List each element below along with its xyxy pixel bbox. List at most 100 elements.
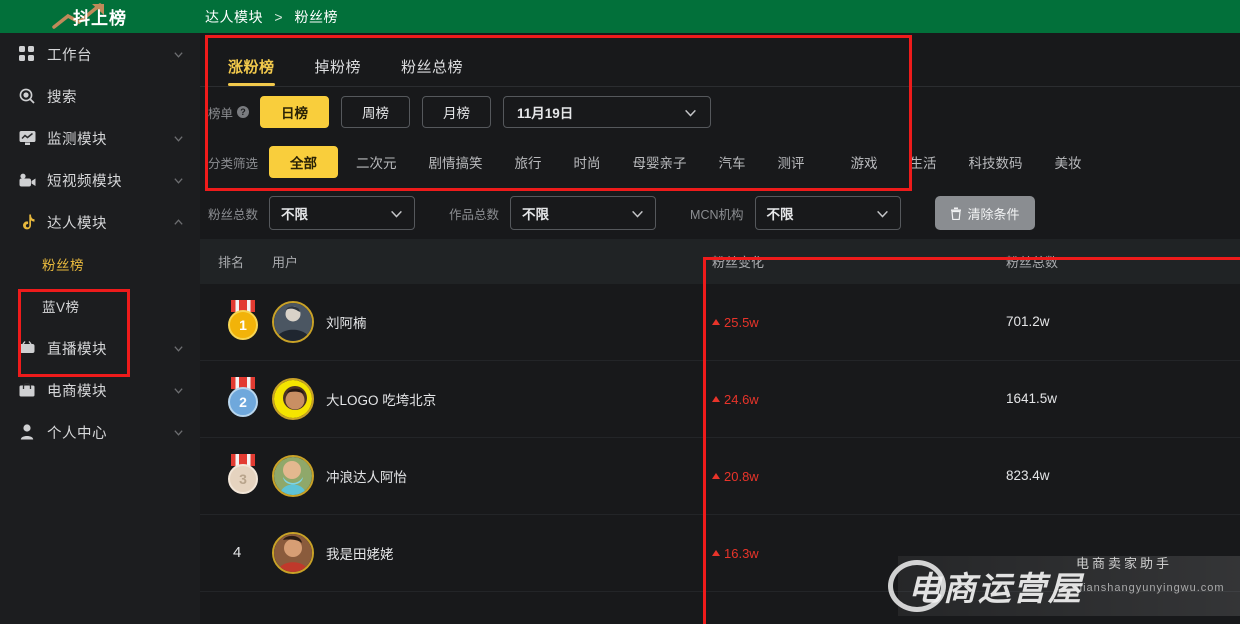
period-filter-row: 榜单 ? 日榜 周榜 月榜 11月19日 <box>200 87 1240 137</box>
sidebar-item-search[interactable]: 搜索 <box>0 75 200 117</box>
user-cell: 刘阿楠 <box>272 301 692 343</box>
period-monthly-button[interactable]: 月榜 <box>422 96 492 128</box>
avatar[interactable] <box>272 378 314 420</box>
triangle-up-icon <box>712 473 720 479</box>
chevron-down-icon <box>174 345 183 352</box>
table-row[interactable]: 3 冲浪达人阿怡 20.8w 823.4w <box>200 438 1240 515</box>
fans-change-value: 20.8w <box>712 469 992 484</box>
fans-total-value: 不限 <box>281 207 309 222</box>
chevron-up-icon <box>174 218 183 225</box>
works-total-select[interactable]: 不限 <box>510 196 657 230</box>
table-row[interactable]: 1 刘阿楠 25.5w 701.2w <box>200 284 1240 361</box>
sidebar-item-label: 电商模块 <box>47 383 107 400</box>
period-label: 月榜 <box>443 106 471 121</box>
sidebar-item-label: 工作台 <box>47 47 92 64</box>
chevron-down-icon <box>174 429 183 436</box>
sidebar-item-label: 搜索 <box>47 89 77 106</box>
fans-change-value: 24.6w <box>712 392 992 407</box>
category-filter-label: 分类筛选 <box>208 153 258 172</box>
breadcrumb-separator: > <box>274 8 284 25</box>
bronze-medal-icon: 3 <box>224 454 262 498</box>
category-parenting[interactable]: 母婴亲子 <box>633 152 687 172</box>
fans-total-select[interactable]: 不限 <box>269 196 416 230</box>
category-review[interactable]: 测评 <box>778 152 805 172</box>
category-beauty[interactable]: 美妆 <box>1055 152 1082 172</box>
tab-loss-rank[interactable]: 掉粉榜 <box>315 56 362 86</box>
chevron-down-icon <box>174 135 183 142</box>
date-select[interactable]: 11月19日 <box>503 96 712 128</box>
category-tech[interactable]: 科技数码 <box>969 152 1023 172</box>
sidebar-subitem-fans-rank[interactable]: 粉丝榜 <box>0 243 200 285</box>
sidebar-item-ecommerce[interactable]: 电商模块 <box>0 369 200 411</box>
breadcrumb-current: 粉丝榜 <box>294 8 338 25</box>
column-header-fans-total: 粉丝总数 <box>1006 255 1059 270</box>
tab-label: 掉粉榜 <box>314 59 362 76</box>
category-games[interactable]: 游戏 <box>851 152 878 172</box>
table-row[interactable]: 2 大LOGO 吃垮北京 24.6w 1641.5w <box>200 361 1240 438</box>
table-header: 排名 用户 粉丝变化 粉丝总数 <box>200 239 1240 284</box>
user-cell: 冲浪达人阿怡 <box>272 455 692 497</box>
fans-total-value: 1641.5w <box>1006 391 1058 406</box>
avatar[interactable] <box>272 532 314 574</box>
question-icon[interactable]: ? <box>237 106 250 118</box>
app-root: 抖上榜 达人模块 > 粉丝榜 工作台 搜索 监测模块 短视频模块 达人模块 粉丝… <box>0 0 1240 624</box>
fans-total-cell: 701.2w <box>992 313 1232 331</box>
user-icon <box>18 423 36 441</box>
table-row[interactable] <box>200 592 1240 624</box>
sidebar-item-label: 个人中心 <box>47 425 107 442</box>
category-label: 全部 <box>290 156 318 171</box>
sidebar-subitem-label: 蓝V榜 <box>42 300 80 315</box>
rank-type-tabs: 涨粉榜 掉粉榜 粉丝总榜 <box>200 33 1240 87</box>
sidebar-item-label: 监测模块 <box>47 131 107 148</box>
sidebar-item-label: 达人模块 <box>47 215 107 232</box>
main-content: 涨粉榜 掉粉榜 粉丝总榜 榜单 ? 日榜 周榜 月榜 11月19日 分类筛选 全… <box>200 33 1240 624</box>
sidebar-item-workbench[interactable]: 工作台 <box>0 33 200 75</box>
period-weekly-button[interactable]: 周榜 <box>341 96 411 128</box>
column-header-user: 用户 <box>272 255 299 270</box>
column-header-rank: 排名 <box>218 255 245 270</box>
sidebar-item-live[interactable]: 直播模块 <box>0 327 200 369</box>
app-logo[interactable]: 抖上榜 <box>0 0 200 33</box>
avatar[interactable] <box>272 301 314 343</box>
fans-change-cell: 20.8w <box>692 469 992 484</box>
tab-label: 涨粉榜 <box>228 59 275 76</box>
live-icon <box>18 339 36 357</box>
category-auto[interactable]: 汽车 <box>719 152 746 172</box>
clear-filters-label: 清除条件 <box>967 206 1020 222</box>
avatar[interactable] <box>272 455 314 497</box>
sidebar-item-short-video[interactable]: 短视频模块 <box>0 159 200 201</box>
category-filter-label-text: 分类筛选 <box>208 156 259 171</box>
user-name[interactable]: 冲浪达人阿怡 <box>326 466 407 486</box>
sidebar-item-label: 直播模块 <box>47 341 107 358</box>
mcn-select[interactable]: 不限 <box>754 196 901 230</box>
sidebar-subitem-bluev-rank[interactable]: 蓝V榜 <box>0 285 200 327</box>
trash-icon <box>950 207 961 220</box>
rank-cell: 4 <box>200 544 272 562</box>
breadcrumb-parent[interactable]: 达人模块 <box>205 9 263 25</box>
period-daily-button[interactable]: 日榜 <box>260 96 330 128</box>
shop-icon <box>18 381 36 399</box>
works-total-value: 不限 <box>522 207 550 222</box>
tab-gain-rank[interactable]: 涨粉榜 <box>228 56 275 86</box>
category-drama-comedy[interactable]: 剧情搞笑 <box>429 152 483 172</box>
table-row[interactable]: 4 我是田姥姥 16.3w <box>200 515 1240 592</box>
category-all-button[interactable]: 全部 <box>269 146 339 178</box>
fans-change-cell: 24.6w <box>692 392 992 407</box>
category-travel[interactable]: 旅行 <box>515 152 542 172</box>
category-anime[interactable]: 二次元 <box>356 152 397 172</box>
user-name[interactable]: 大LOGO 吃垮北京 <box>326 389 436 409</box>
user-name[interactable]: 刘阿楠 <box>326 312 367 332</box>
category-lifestyle[interactable]: 生活 <box>910 152 937 172</box>
chevron-down-icon <box>685 109 696 117</box>
fans-total-value: 701.2w <box>1006 314 1050 329</box>
user-name[interactable]: 我是田姥姥 <box>326 543 394 563</box>
sidebar-item-profile[interactable]: 个人中心 <box>0 411 200 453</box>
category-fashion[interactable]: 时尚 <box>574 152 601 172</box>
fans-change-cell: 25.5w <box>692 315 992 330</box>
sidebar-item-influencer[interactable]: 达人模块 <box>0 201 200 243</box>
clear-filters-button[interactable]: 清除条件 <box>934 196 1035 230</box>
triangle-up-icon <box>712 550 720 556</box>
sidebar-item-monitoring[interactable]: 监测模块 <box>0 117 200 159</box>
advanced-filter-row: 粉丝总数 不限 作品总数 不限 MCN机构 不限 清除条件 <box>200 187 1240 239</box>
tab-total-rank[interactable]: 粉丝总榜 <box>401 56 463 86</box>
